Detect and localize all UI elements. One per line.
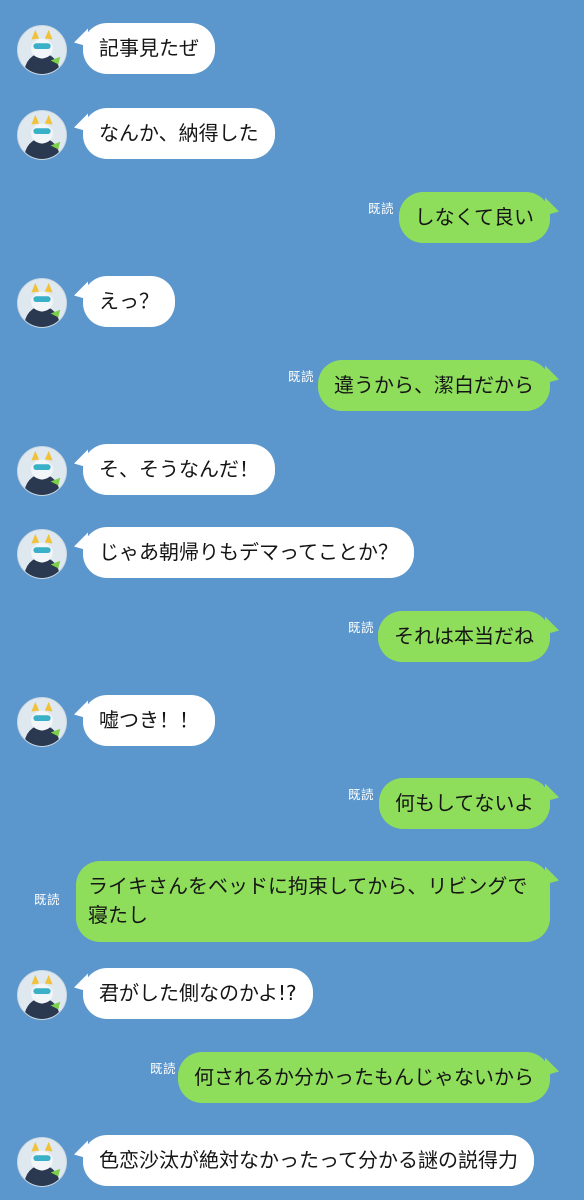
character-avatar-icon	[18, 279, 66, 327]
read-receipt: 既読	[288, 369, 315, 384]
message-bubble-incoming[interactable]: 記事見たぜ	[83, 23, 215, 74]
message-bubble-incoming[interactable]: 嘘つき！！	[83, 695, 215, 746]
character-avatar-icon	[18, 530, 66, 578]
sender-avatar[interactable]	[17, 25, 67, 75]
sender-avatar[interactable]	[17, 970, 67, 1020]
message-bubble-outgoing[interactable]: 何もしてないよ	[379, 778, 550, 829]
character-avatar-icon	[18, 971, 66, 1019]
message-bubble-outgoing[interactable]: ライキさんをベッドに拘束してから、リビングで寝たし	[76, 861, 550, 942]
sender-avatar[interactable]	[17, 1137, 67, 1187]
read-receipt: 既読	[150, 1061, 177, 1076]
message-bubble-incoming[interactable]: じゃあ朝帰りもデマってことか？	[83, 527, 414, 578]
message-bubble-outgoing[interactable]: それは本当だね	[378, 611, 550, 662]
read-receipt: 既読	[348, 787, 375, 802]
message-bubble-outgoing[interactable]: しなくて良い	[398, 192, 550, 243]
message-bubble-incoming[interactable]: 君がした側なのかよ!?	[83, 968, 313, 1019]
sender-avatar[interactable]	[17, 529, 67, 579]
character-avatar-icon	[18, 111, 66, 159]
character-avatar-icon	[18, 1138, 66, 1186]
read-receipt: 既読	[348, 620, 375, 635]
message-bubble-outgoing[interactable]: 何されるか分かったもんじゃないから	[178, 1052, 550, 1103]
message-bubble-outgoing[interactable]: 違うから、潔白だから	[318, 360, 550, 411]
message-bubble-incoming[interactable]: えっ？	[83, 276, 175, 327]
sender-avatar[interactable]	[17, 697, 67, 747]
character-avatar-icon	[18, 698, 66, 746]
character-avatar-icon	[18, 447, 66, 495]
read-receipt: 既読	[368, 201, 395, 216]
message-bubble-incoming[interactable]: なんか、納得した	[83, 108, 275, 159]
read-receipt: 既読	[34, 892, 61, 907]
message-bubble-incoming[interactable]: 色恋沙汰が絶対なかったって分かる謎の説得力	[83, 1135, 534, 1186]
sender-avatar[interactable]	[17, 110, 67, 160]
sender-avatar[interactable]	[17, 446, 67, 496]
sender-avatar[interactable]	[17, 278, 67, 328]
character-avatar-icon	[18, 26, 66, 74]
message-bubble-incoming[interactable]: そ、そうなんだ！	[83, 444, 275, 495]
